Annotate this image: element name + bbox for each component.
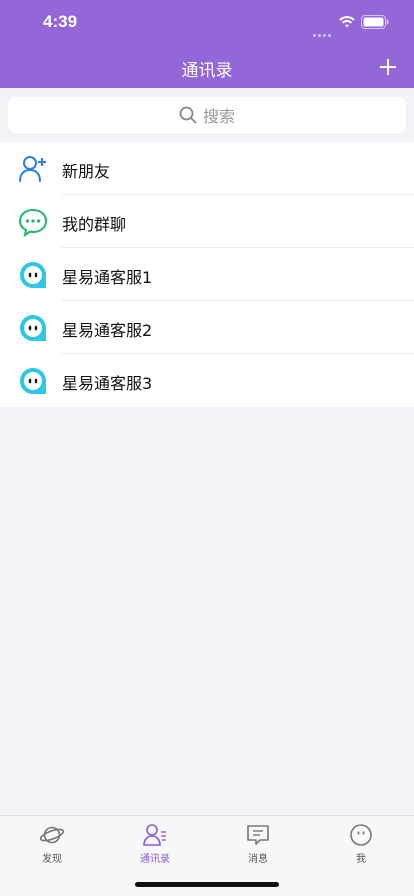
search-bar: 搜索: [0, 88, 414, 142]
list-item-new-friends[interactable]: 新朋友: [0, 142, 414, 195]
tab-label: 发现: [42, 854, 62, 865]
list-item-label: 星易通客服2: [62, 321, 153, 340]
tab-messages[interactable]: 消息: [228, 822, 288, 865]
list-item-label: 星易通客服3: [62, 374, 153, 393]
tab-label: 消息: [248, 854, 268, 865]
group-chat-icon: [18, 208, 48, 237]
tab-label: 通讯录: [140, 854, 170, 865]
cellular-signal-icon: [313, 22, 335, 37]
contact-list: 新朋友 我的群聊 星易通客服1 星易通客服2 星易通客服3: [0, 142, 414, 407]
list-item-service-2[interactable]: 星易通客服2: [0, 301, 414, 354]
contacts-icon: [143, 824, 166, 846]
tab-label: 我: [356, 854, 366, 865]
list-item-label: 我的群聊: [62, 215, 127, 234]
service-bot-icon: [20, 262, 46, 288]
search-input[interactable]: 搜索: [8, 97, 406, 133]
planet-icon: [39, 826, 65, 844]
page-title: 通讯录: [181, 61, 233, 81]
search-placeholder: 搜索: [202, 107, 235, 126]
plus-icon[interactable]: [378, 57, 398, 77]
message-icon: [247, 825, 269, 845]
tab-discover[interactable]: 发现: [22, 822, 82, 865]
list-item-service-3[interactable]: 星易通客服3: [0, 354, 414, 407]
list-item-label: 星易通客服1: [62, 268, 153, 287]
wifi-icon: [339, 16, 355, 28]
tab-me[interactable]: 我: [331, 822, 391, 865]
tab-contacts[interactable]: 通讯录: [125, 822, 185, 865]
list-item-group-chats[interactable]: 我的群聊: [0, 195, 414, 248]
battery-icon: [361, 15, 389, 29]
service-bot-icon: [20, 368, 46, 394]
status-time: 4:39: [43, 12, 78, 31]
search-icon: [179, 106, 197, 124]
profile-icon: [350, 824, 372, 846]
app-header: 4:39 通讯录: [0, 0, 414, 88]
home-indicator[interactable]: [135, 882, 279, 887]
status-bar: 4:39: [0, 0, 414, 44]
list-item-label: 新朋友: [62, 162, 111, 181]
list-item-service-1[interactable]: 星易通客服1: [0, 248, 414, 301]
add-friend-icon: [19, 156, 46, 182]
service-bot-icon: [20, 315, 46, 341]
